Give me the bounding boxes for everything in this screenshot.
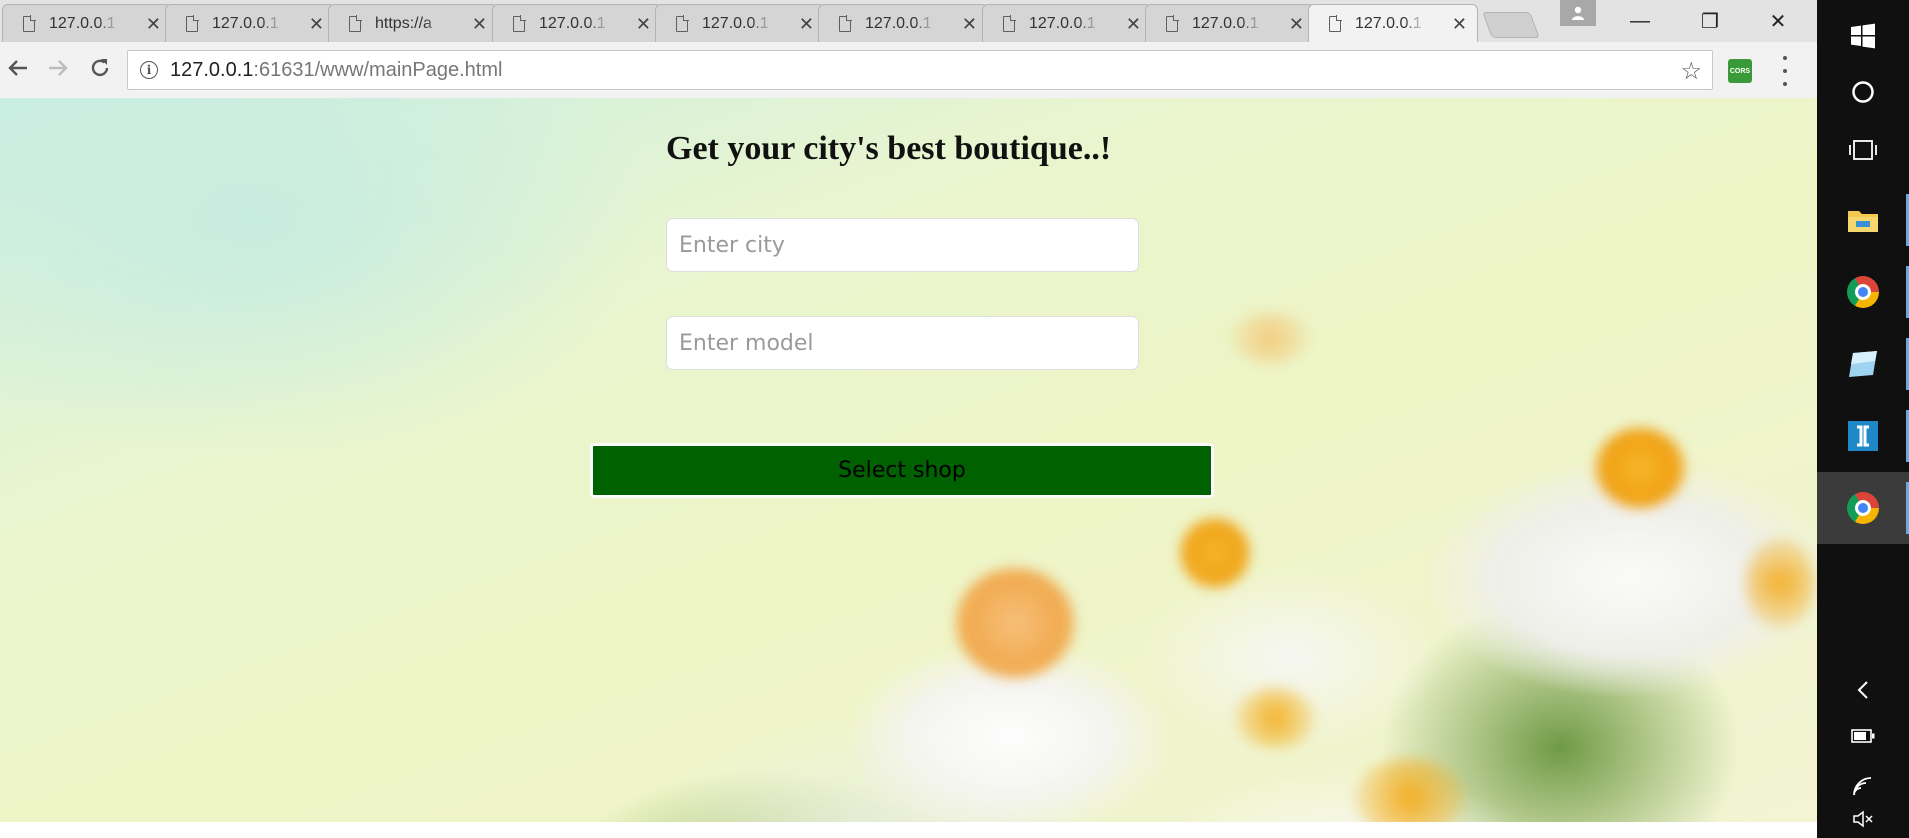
browser-tab[interactable]: 127.0.0.1 ✕	[492, 4, 662, 42]
profile-button[interactable]	[1560, 0, 1596, 26]
wifi-icon	[1853, 777, 1872, 796]
tab-title: 127.0.0.1	[212, 14, 279, 32]
reload-icon	[91, 59, 109, 77]
taskbar-chrome-active[interactable]	[1817, 472, 1909, 544]
page-title: Get your city's best boutique..!	[666, 130, 1112, 167]
user-icon	[1572, 6, 1584, 20]
close-tab-icon[interactable]: ✕	[1289, 15, 1304, 33]
browser-window: 127.0.0.1 ✕ 127.0.0.1 ✕ https://a ✕ 127.0.0…	[0, 0, 1817, 838]
close-tab-icon[interactable]: ✕	[472, 15, 487, 33]
page-background: Get your city's best boutique..! Select …	[0, 98, 1817, 822]
close-tab-icon[interactable]: ✕	[309, 15, 324, 33]
close-window-button[interactable]: ✕	[1748, 0, 1808, 42]
taskbar-file-explorer[interactable]	[1817, 184, 1909, 256]
back-button[interactable]	[0, 50, 36, 86]
model-input[interactable]	[666, 316, 1139, 370]
browser-tab[interactable]: 127.0.0.1 ✕	[1145, 4, 1315, 42]
browser-tab[interactable]: 127.0.0.1 ✕	[655, 4, 825, 42]
tab-title: 127.0.0.1	[702, 14, 769, 32]
arrow-right-icon	[49, 60, 68, 76]
tab-title: 127.0.0.1	[865, 14, 932, 32]
url-host: 127.0.0.1	[170, 58, 254, 81]
chrome-icon	[1847, 492, 1879, 524]
page-icon	[676, 14, 689, 32]
bracket-app-icon	[1848, 421, 1878, 451]
browser-menu-icon[interactable]	[1780, 56, 1790, 86]
page-icon	[839, 14, 852, 32]
folder-icon	[1848, 211, 1878, 232]
browser-tab[interactable]: 127.0.0.1 ✕	[165, 4, 335, 42]
arrow-left-icon	[8, 60, 27, 76]
forward-button[interactable]	[40, 50, 76, 86]
cors-extension-icon[interactable]: CORS	[1728, 59, 1752, 83]
task-view-button[interactable]	[1817, 114, 1909, 186]
page-icon	[349, 14, 362, 32]
taskbar-app-bracket[interactable]	[1817, 400, 1909, 472]
browser-tab[interactable]: https://a ✕	[328, 4, 498, 42]
select-shop-button[interactable]: Select shop	[590, 443, 1214, 498]
browser-tab[interactable]: 127.0.0.1 ✕	[982, 4, 1152, 42]
tab-strip: 127.0.0.1 ✕ 127.0.0.1 ✕ https://a ✕ 127.0.0…	[0, 0, 1817, 43]
close-tab-icon[interactable]: ✕	[1126, 15, 1141, 33]
restore-button[interactable]: ❐	[1680, 0, 1740, 42]
close-tab-icon[interactable]: ✕	[962, 15, 977, 33]
browser-tab[interactable]: 127.0.0.1 ✕	[818, 4, 988, 42]
minimize-button[interactable]: —	[1610, 0, 1670, 42]
info-icon[interactable]: i	[140, 61, 158, 79]
main-content: Get your city's best boutique..! Select …	[0, 98, 1817, 822]
windows-logo-icon	[1851, 23, 1875, 49]
close-tab-icon[interactable]: ✕	[799, 15, 814, 33]
taskbar-app-blue[interactable]	[1817, 328, 1909, 400]
task-view-icon	[1849, 140, 1877, 160]
bookmark-star-icon[interactable]: ☆	[1680, 57, 1702, 86]
volume-indicator[interactable]	[1817, 800, 1909, 838]
reload-button[interactable]	[82, 50, 118, 86]
page-icon	[23, 14, 36, 32]
tab-title: 127.0.0.1	[1192, 14, 1259, 32]
battery-icon	[1851, 729, 1875, 743]
tab-title: 127.0.0.1	[49, 14, 116, 32]
city-input[interactable]	[666, 218, 1139, 272]
page-icon	[1003, 14, 1016, 32]
page-icon	[513, 14, 526, 32]
app-window-icon	[1849, 351, 1877, 377]
browser-toolbar: i 127.0.0.1:61631/www/mainPage.html ☆ CO…	[0, 42, 1817, 99]
page-icon	[1166, 14, 1179, 32]
browser-tab[interactable]: 127.0.0.1 ✕	[2, 4, 172, 42]
address-bar[interactable]: i 127.0.0.1:61631/www/mainPage.html ☆	[127, 50, 1713, 90]
browser-tab-active[interactable]: 127.0.0.1 ✕	[1308, 4, 1478, 42]
tab-title: 127.0.0.1	[1355, 14, 1422, 32]
page-bottom-edge	[0, 822, 1817, 838]
cortana-circle-icon	[1852, 81, 1874, 103]
tab-title: https://a	[375, 14, 432, 32]
close-tab-icon[interactable]: ✕	[146, 15, 161, 33]
volume-mute-icon	[1853, 810, 1873, 828]
taskbar-chrome[interactable]	[1817, 256, 1909, 328]
new-tab-button[interactable]	[1482, 12, 1540, 38]
windows-taskbar	[1817, 0, 1909, 838]
tab-title: 127.0.0.1	[539, 14, 606, 32]
page-icon	[186, 14, 199, 32]
chrome-icon	[1847, 276, 1879, 308]
page-icon	[1329, 14, 1342, 32]
close-tab-icon[interactable]: ✕	[636, 15, 651, 33]
tab-title: 127.0.0.1	[1029, 14, 1096, 32]
url-path: :61631/www/mainPage.html	[253, 58, 503, 81]
chevron-left-icon	[1857, 681, 1868, 699]
close-tab-icon[interactable]: ✕	[1452, 15, 1467, 33]
